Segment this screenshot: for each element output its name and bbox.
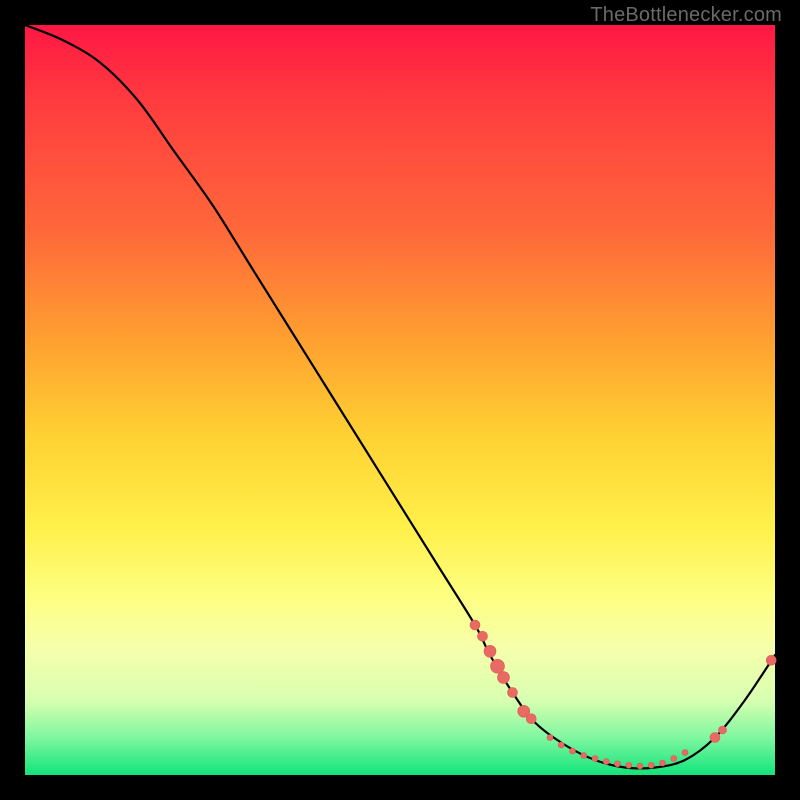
marker-layer	[470, 620, 776, 769]
data-marker	[682, 750, 688, 756]
data-marker	[478, 631, 488, 641]
data-marker	[719, 726, 727, 734]
data-marker	[547, 735, 553, 741]
data-marker	[498, 672, 510, 684]
chart-svg	[25, 25, 775, 775]
data-marker	[470, 620, 480, 630]
chart-frame: TheBottlenecker.com	[0, 0, 800, 800]
plot-area	[25, 25, 775, 775]
watermark-label: TheBottlenecker.com	[590, 4, 782, 27]
data-marker	[637, 763, 643, 769]
data-marker	[508, 688, 518, 698]
data-marker	[671, 756, 677, 762]
data-marker	[626, 762, 632, 768]
data-marker	[484, 645, 496, 657]
data-marker	[592, 756, 598, 762]
data-marker	[491, 659, 505, 673]
data-marker	[603, 759, 609, 765]
data-marker	[648, 762, 654, 768]
data-marker	[581, 753, 587, 759]
data-marker	[558, 742, 564, 748]
data-marker	[570, 748, 576, 754]
data-marker	[660, 760, 666, 766]
data-marker	[766, 655, 776, 665]
data-marker	[615, 761, 621, 767]
bottleneck-curve	[25, 25, 775, 768]
data-marker	[710, 733, 720, 743]
data-marker	[526, 714, 536, 724]
